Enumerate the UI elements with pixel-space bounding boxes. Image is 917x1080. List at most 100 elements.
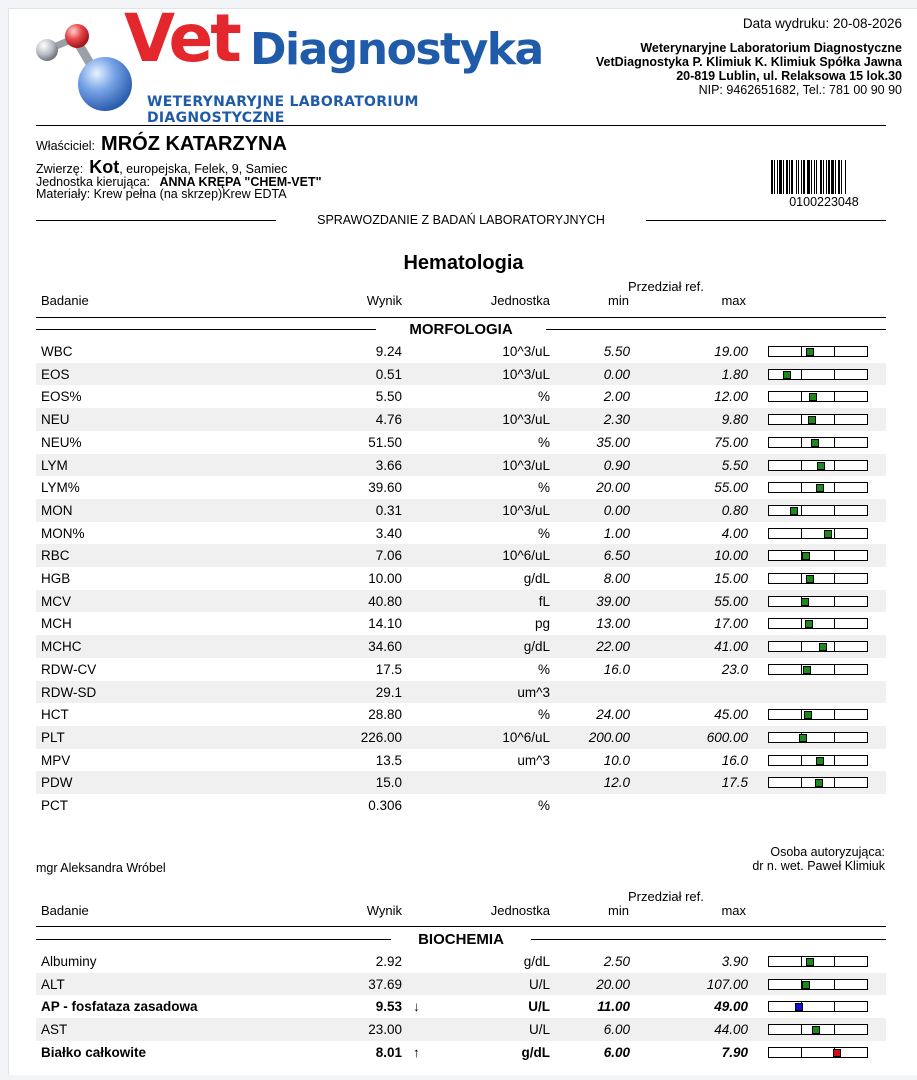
table-row: Albuminy 2.92 g/dL 2.50 3.90 <box>36 950 886 973</box>
result-marker <box>819 643 827 652</box>
barcode-bar <box>777 160 778 194</box>
table-row: MON% 3.40% 1.00 4.00 <box>36 522 886 545</box>
table-row: EOS 0.51 10^3/uL 0.00 1.80 <box>36 362 886 386</box>
ref-max: 3.90 <box>721 954 748 969</box>
ref-min: 6.00 <box>603 1022 630 1038</box>
test-result: 5.50 <box>375 389 402 405</box>
test-unit: 10^3/uL <box>502 457 550 473</box>
range-tick-max <box>834 957 835 966</box>
range-tick-min <box>801 574 802 583</box>
test-name: MON% <box>41 525 85 541</box>
barcode-bar <box>807 160 810 194</box>
result-marker <box>824 529 832 538</box>
barcode-bar <box>828 160 830 194</box>
table-row: LYM 3.66 10^3/uL 0.90 5.50 <box>36 453 886 477</box>
ref-max: 10.00 <box>714 548 748 564</box>
col-min: min <box>608 903 629 918</box>
table-row: WBC 9.24 10^3/uL 5.50 19.00 <box>36 340 886 363</box>
test-name: RDW-SD <box>41 684 97 700</box>
range-indicator <box>768 978 868 990</box>
test-unit: 10^3/uL <box>502 502 550 518</box>
result-marker <box>803 665 811 674</box>
test-name: PDW <box>41 775 73 791</box>
test-unit: % <box>537 434 550 450</box>
column-header-hematology: Badanie Wynik Jednostka Przedział ref. m… <box>36 279 886 309</box>
col-ref: Przedział ref. <box>628 889 704 904</box>
table-row: HGB 10.00 g/dL 8.00 15.00 <box>36 567 886 590</box>
ref-max: 16.0 <box>721 752 748 768</box>
ref-max: 49.00 <box>714 999 748 1015</box>
ref-min: 0.00 <box>603 366 630 382</box>
ref-max: 55.00 <box>714 480 748 496</box>
test-name: ALT <box>41 976 65 992</box>
test-result: 3.40 <box>375 525 402 541</box>
range-indicator <box>768 573 868 584</box>
test-result: 23.00 <box>368 1022 402 1038</box>
ref-min: 5.50 <box>603 344 630 359</box>
range-indicator <box>768 1001 868 1013</box>
authorizer-label: Osoba autoryzująca: <box>770 845 885 859</box>
ref-max: 107.00 <box>706 976 748 992</box>
column-header-rule <box>36 926 886 927</box>
range-tick-min <box>801 415 802 425</box>
range-indicator <box>768 595 868 607</box>
test-name: WBC <box>41 344 73 359</box>
column-header-rule <box>36 317 886 318</box>
range-tick-min <box>801 619 802 629</box>
ref-min: 16.0 <box>603 661 630 677</box>
ref-min: 24.00 <box>596 707 630 723</box>
test-result: 7.06 <box>375 548 402 564</box>
test-unit: 10^3/uL <box>502 366 550 382</box>
test-name: EOS <box>41 366 70 382</box>
range-indicator <box>768 346 868 357</box>
result-marker <box>806 348 814 356</box>
ref-max: 9.80 <box>721 412 748 428</box>
test-result: 17.5 <box>375 661 402 677</box>
range-indicator <box>768 391 868 403</box>
range-indicator <box>768 414 868 426</box>
ref-min: 13.00 <box>596 616 630 632</box>
result-marker <box>802 552 810 561</box>
test-result: 9.24 <box>375 344 402 359</box>
col-ref: Przedział ref. <box>628 279 704 294</box>
ref-max: 41.00 <box>714 639 748 655</box>
range-tick-max <box>834 755 835 765</box>
report-page: Vet Diagnostyka WETERYNARYJNE LABORATORI… <box>8 8 917 1075</box>
test-result: 28.80 <box>368 707 402 723</box>
range-tick-min <box>801 483 802 493</box>
table-row: AP - fosfataza zasadowa 9.53 ↓ U/L 11.00 49.0… <box>36 995 886 1018</box>
range-indicator <box>768 618 868 630</box>
result-marker <box>795 1003 803 1012</box>
barcode-bar <box>783 160 784 194</box>
test-result: 40.80 <box>368 593 402 609</box>
range-indicator <box>768 1024 868 1036</box>
col-badanie: Badanie <box>41 903 89 918</box>
table-row: MON 0.31 10^3/uL 0.00 0.80 <box>36 498 886 522</box>
signature-left: mgr Aleksandra Wróbel <box>36 861 166 875</box>
ref-min: 0.00 <box>603 502 630 518</box>
range-tick-min <box>801 957 802 966</box>
barcode <box>771 160 846 194</box>
range-indicator <box>768 459 868 471</box>
ref-min: 11.00 <box>597 999 630 1015</box>
barcode-bar <box>841 160 842 194</box>
test-name: HGB <box>41 571 71 586</box>
test-result: 0.31 <box>375 502 402 518</box>
range-tick-max <box>834 778 835 788</box>
header-divider <box>36 125 886 126</box>
table-row: PDW 15.0 12.0 17.5 <box>36 771 886 794</box>
range-tick-min <box>801 755 802 765</box>
col-min: min <box>608 293 629 308</box>
col-wynik: Wynik <box>366 293 402 308</box>
range-indicator <box>768 550 868 562</box>
test-name: NEU% <box>41 434 82 450</box>
range-indicator <box>768 663 868 675</box>
signature-right: Osoba autoryzująca: dr n. wet. Paweł Kli… <box>752 845 885 873</box>
ref-min: 12.0 <box>603 775 630 791</box>
logo-subtitle: WETERYNARYJNE LABORATORIUM DIAGNOSTYCZNE <box>147 94 419 126</box>
test-unit: g/dL <box>523 639 550 655</box>
range-tick-max <box>834 551 835 561</box>
result-flag-arrow: ↑ <box>413 1044 420 1060</box>
col-max: max <box>721 903 746 918</box>
test-result: 10.00 <box>368 571 402 586</box>
